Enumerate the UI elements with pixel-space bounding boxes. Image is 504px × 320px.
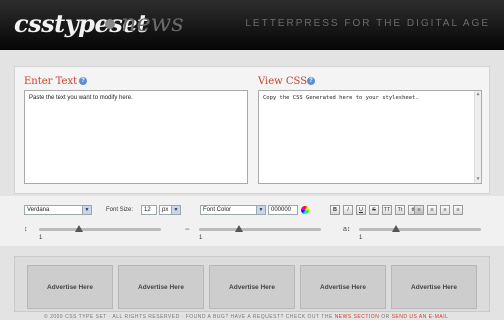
italic-button[interactable]: I [343,205,353,215]
advertise-slot[interactable]: Advertise Here [300,265,386,309]
capitalize-button[interactable]: Tt [395,205,405,215]
letter-spacing-slider[interactable] [199,228,321,231]
advertise-slot[interactable]: Advertise Here [391,265,477,309]
color-picker-icon[interactable] [301,206,309,214]
chevron-down-icon: ▼ [256,206,265,214]
ad-strip: Advertise Here Advertise Here Advertise … [14,256,490,312]
logo-separator-dot [105,19,115,29]
enter-text-input[interactable]: Paste the text you want to modify here. [24,90,248,184]
letter-spacing-icon: ⇔ [184,226,191,233]
font-family-select[interactable]: Verdana ▼ [24,205,92,215]
uppercase-button[interactable]: TT [382,205,392,215]
footer-or: OR [381,314,390,320]
view-css-title: View CSS [258,76,308,87]
word-spacing-slider[interactable] [359,228,481,231]
font-family-value: Verdana [27,207,50,213]
enter-text-placeholder: Paste the text you want to modify here. [29,95,133,101]
word-spacing-icon: a↕ [343,226,351,233]
footer-text: © 2009 CSS TYPE SET · ALL RIGHTS RESERVE… [44,314,333,320]
advertise-slot[interactable]: Advertise Here [118,265,204,309]
line-height-icon: ↕ [24,226,28,233]
font-color-label: Font Color [203,207,232,213]
email-link[interactable]: SEND US AN E-MAIL [392,314,449,320]
editor-panel: Enter Text ? Paste the text you want to … [14,66,490,194]
align-left-button[interactable]: ≡ [414,205,424,215]
css-output-placeholder: Copy the CSS Generated here to your styl… [263,95,419,101]
news-link[interactable]: news [121,9,184,37]
line-height-slider[interactable] [39,228,161,231]
align-center-button[interactable]: ≡ [427,205,437,215]
tagline: LETTERPRESS FOR THE DIGITAL AGE [245,18,490,29]
word-spacing-value: 1 [359,235,363,241]
strikethrough-button[interactable]: S [369,205,379,215]
css-output-textarea[interactable]: Copy the CSS Generated here to your styl… [258,90,482,184]
footer: © 2009 CSS TYPE SET · ALL RIGHTS RESERVE… [44,314,448,320]
font-size-value: 12 [144,207,151,213]
bold-button[interactable]: B [330,205,340,215]
help-icon[interactable]: ? [307,77,315,85]
chevron-down-icon: ▼ [171,206,180,214]
css-output-scrollbar[interactable]: ▲ ▼ [474,91,481,183]
news-section-link[interactable]: NEWS SECTION [335,314,380,320]
font-size-input[interactable]: 12 [141,205,157,215]
advertise-slot[interactable]: Advertise Here [209,265,295,309]
enter-text-title: Enter Text [24,76,78,87]
font-size-unit-select[interactable]: px ▼ [159,205,181,215]
align-right-button[interactable]: ≡ [440,205,450,215]
line-height-slider-handle[interactable] [75,225,84,232]
header: csstypeset news LETTERPRESS FOR THE DIGI… [0,0,504,50]
chevron-down-icon: ▼ [82,206,91,214]
align-justify-button[interactable]: ≡ [453,205,463,215]
letter-spacing-slider-handle[interactable] [235,225,244,232]
advertise-slot[interactable]: Advertise Here [27,265,113,309]
toolbar [0,196,504,246]
underline-button[interactable]: U [356,205,366,215]
letter-spacing-value: 1 [199,235,203,241]
line-height-value: 1 [39,235,43,241]
help-icon[interactable]: ? [79,77,87,85]
font-color-value: 000000 [271,207,292,213]
font-size-unit-value: px [162,207,169,213]
font-size-label: Font Size: [106,207,134,213]
word-spacing-slider-handle[interactable] [391,225,400,232]
font-color-select[interactable]: Font Color ▼ [200,205,266,215]
scroll-down-icon[interactable]: ▼ [475,176,481,183]
font-color-input[interactable]: 000000 [268,205,298,215]
scroll-up-icon[interactable]: ▲ [475,91,481,98]
